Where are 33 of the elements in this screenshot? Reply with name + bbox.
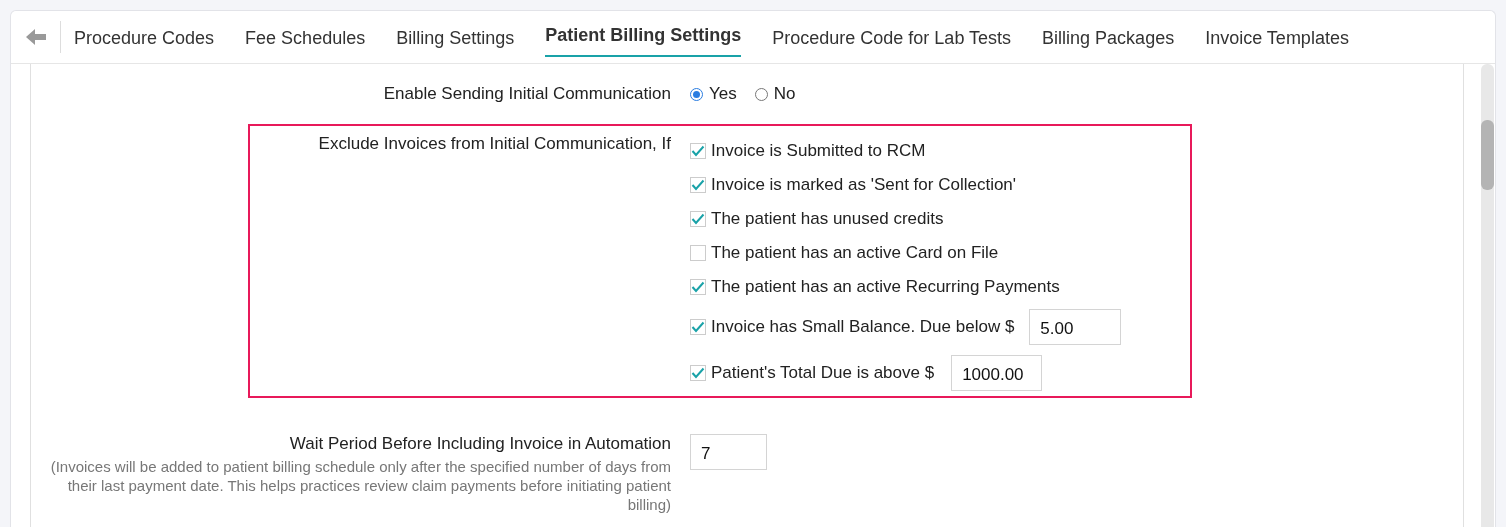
tab[interactable]: Invoice Templates xyxy=(1205,11,1349,63)
checkbox-label: The patient has an active Card on File xyxy=(711,243,999,263)
scrollbar-thumb[interactable] xyxy=(1481,120,1494,190)
checkbox[interactable] xyxy=(690,279,706,295)
checkbox[interactable] xyxy=(690,319,706,335)
number-field[interactable]: 7 xyxy=(690,434,767,470)
tab[interactable]: Patient Billing Settings xyxy=(545,11,742,57)
checkbox[interactable] xyxy=(690,245,706,261)
radio-option[interactable]: No xyxy=(754,84,796,104)
tab[interactable]: Billing Settings xyxy=(396,11,515,63)
field-label: Wait Period Before Including Invoice in Automation xyxy=(288,434,671,454)
checkbox[interactable] xyxy=(690,177,706,193)
checkbox-label: Invoice has Small Balance. Due below $ xyxy=(711,317,1015,337)
checkbox[interactable] xyxy=(690,365,706,381)
field-label: Enable Sending Initial Communication xyxy=(382,84,671,104)
tab[interactable]: Procedure Codes xyxy=(74,11,215,63)
field-label: Exclude Invoices from Initial Communication, If xyxy=(317,134,671,155)
amount-field[interactable]: 5.00 xyxy=(1029,309,1122,345)
radio-option[interactable]: Yes xyxy=(690,84,737,104)
tab[interactable]: Fee Schedules xyxy=(245,11,366,63)
checkbox-label: Invoice is marked as 'Sent for Collection' xyxy=(711,175,1017,195)
checkbox-label: Invoice is Submitted to RCM xyxy=(711,141,926,161)
checkbox-label: The patient has unused credits xyxy=(711,209,944,229)
checkbox-label: The patient has an active Recurring Payments xyxy=(711,277,1060,297)
checkbox[interactable] xyxy=(690,211,706,227)
tab[interactable]: Billing Packages xyxy=(1042,11,1175,63)
back-arrow-icon[interactable] xyxy=(26,29,46,45)
tab[interactable]: Procedure Code for Lab Tests xyxy=(772,11,1012,63)
amount-field[interactable]: 1000.00 xyxy=(951,355,1043,391)
checkbox-label: Patient's Total Due is above $ xyxy=(711,363,935,383)
help-text: (Invoices will be added to patient billing schedule only after the specified number of days from their last payment date. This helps practices review claim payments before initiating patient billing) xyxy=(49,457,671,514)
checkbox[interactable] xyxy=(690,143,706,159)
scrollbar-track[interactable] xyxy=(1481,64,1494,527)
